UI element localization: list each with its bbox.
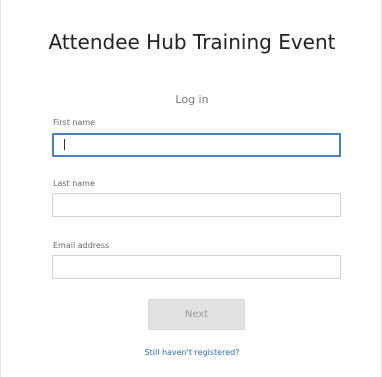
email-input[interactable]	[52, 255, 341, 279]
next-button[interactable]: Next	[148, 299, 245, 330]
last-name-input[interactable]	[52, 193, 341, 217]
first-name-input[interactable]	[52, 133, 341, 157]
page-title: Attendee Hub Training Event	[48, 30, 336, 54]
login-subtitle: Log in	[175, 93, 209, 106]
text-caret	[64, 139, 65, 150]
first-name-label: First name	[53, 118, 96, 127]
register-link[interactable]: Still haven't registered?	[1, 348, 382, 357]
email-label: Email address	[53, 241, 110, 250]
login-card: Attendee Hub Training Event Log in First…	[0, 0, 382, 377]
last-name-label: Last name	[53, 179, 95, 188]
